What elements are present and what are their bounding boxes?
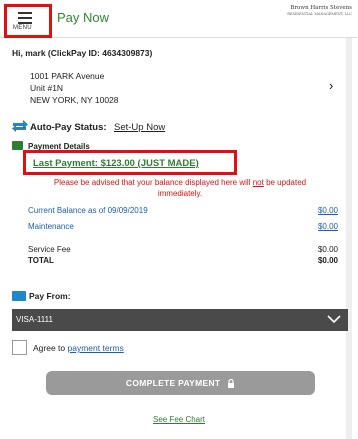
chevron-right-icon[interactable]: › [329,78,333,93]
wallet-icon [12,291,26,301]
address-line-3: NEW YORK, NY 10028 [30,95,119,105]
current-balance-value[interactable]: $0.00 [318,206,338,215]
notice-text-1: Please be advised that your balance disp… [53,178,251,187]
address-line-1: 1001 PARK Avenue [30,71,105,81]
total-label: TOTAL [28,256,54,265]
document-icon [12,141,23,150]
lock-icon [228,379,235,389]
autopay-status-label: Auto-Pay Status: [30,122,107,133]
service-fee-value: $0.00 [317,245,338,254]
agree-prefix: Agree to [33,343,66,353]
payment-method-value: VISA-1111 [16,315,53,324]
agree-terms-checkbox[interactable] [12,340,27,355]
complete-payment-label: COMPLETE PAYMENT [125,378,221,388]
autopay-setup-link[interactable]: Set-Up Now [114,122,165,133]
account-greeting: Hi, mark (ClickPay ID: 4634309873) [12,48,153,58]
service-fee-label: Service Fee [28,245,71,254]
last-payment-highlight: Last Payment: $123.00 (JUST MADE) [23,150,237,175]
total-value: $0.00 [317,256,338,265]
chevron-down-icon [327,315,341,324]
page-title: Pay Now [57,10,110,25]
brand-logo: Brown Harris Stevens RESIDENTIAL MANAGEM… [287,5,352,17]
maintenance-value[interactable]: $0.00 [318,222,338,231]
brand-subtitle: RESIDENTIAL MANAGEMENT, LLC [287,12,352,16]
pay-from-label: Pay From: [29,291,71,301]
menu-label: MENU [13,25,32,31]
current-balance-label[interactable]: Current Balance as of 09/09/2019 [28,206,148,215]
notice-not: not [252,178,264,187]
menu-button[interactable]: MENU [4,4,52,38]
agree-terms-text: Agree to payment terms [33,343,124,353]
payment-terms-link[interactable]: payment terms [68,343,124,353]
complete-payment-button[interactable]: COMPLETE PAYMENT [46,371,315,395]
refresh-arrows-icon [12,120,28,132]
see-fee-chart-link[interactable]: See Fee Chart [0,415,358,424]
maintenance-label[interactable]: Maintenance [28,222,74,231]
balance-notice: Please be advised that your balance disp… [40,177,320,199]
payment-method-select[interactable]: VISA-1111 [12,309,348,331]
top-bar: MENU Pay Now Brown Harris Stevens RESIDE… [0,0,358,38]
address-line-2: Unit #1N [30,83,64,93]
last-payment-link[interactable]: Last Payment: $123.00 (JUST MADE) [33,158,199,169]
